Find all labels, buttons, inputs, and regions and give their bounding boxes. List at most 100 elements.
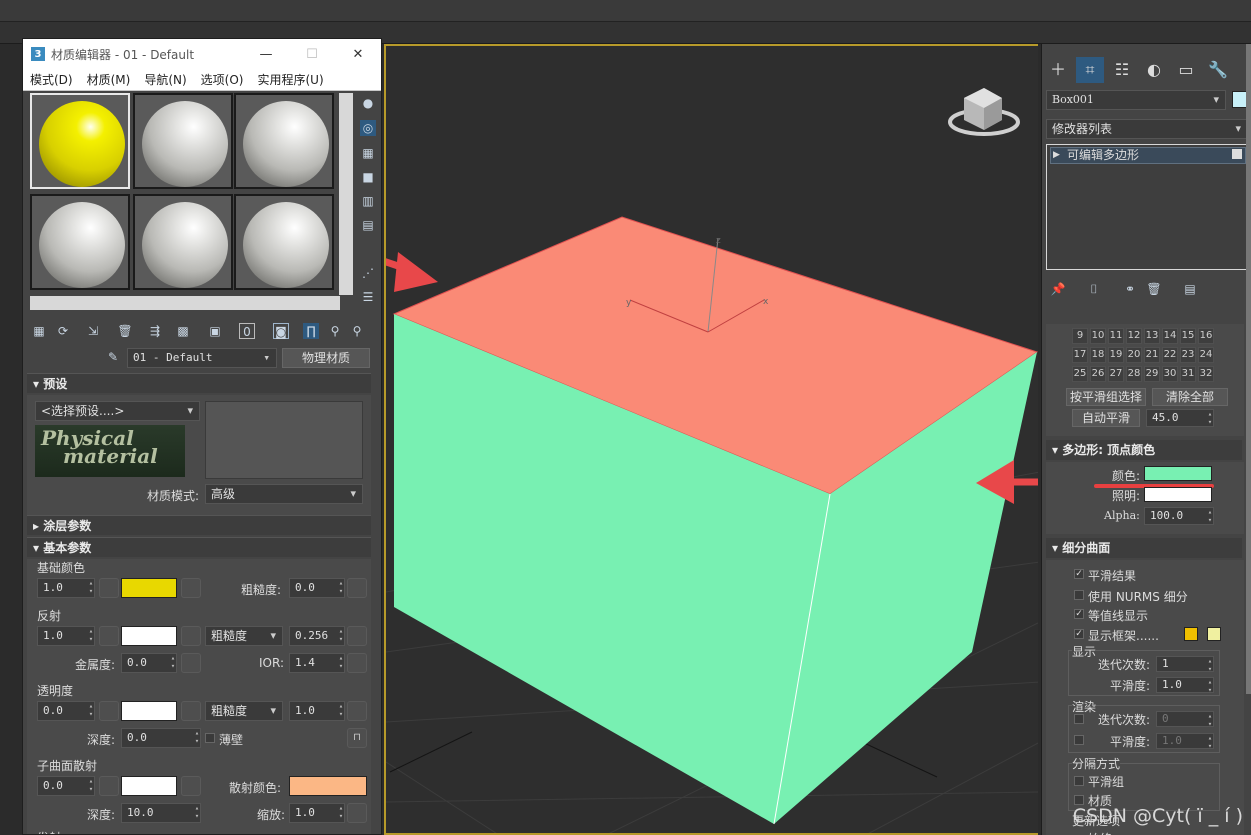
material-slot-1[interactable] (30, 93, 130, 189)
go-forward-sibling-icon[interactable]: ⚲ (349, 323, 365, 339)
slots-vertical-scrollbar[interactable] (339, 93, 353, 295)
smoothing-group-button[interactable]: 24 (1198, 347, 1214, 363)
material-slot-5[interactable] (133, 194, 233, 290)
auto-smooth-button[interactable]: 自动平滑 (1072, 409, 1140, 427)
render-iterations-checkbox[interactable] (1074, 714, 1084, 724)
hierarchy-tab-icon[interactable]: ☷ (1108, 57, 1136, 83)
go-to-parent-icon[interactable]: ⚲ (327, 323, 343, 339)
material-editor-window[interactable]: 3 材质编辑器 - 01 - Default — ☐ ✕ 模式(D) 材质(M)… (22, 38, 382, 835)
make-unique-icon[interactable]: ⇶ (147, 323, 163, 339)
stack-toggle-icon[interactable] (1232, 149, 1242, 159)
sep-smoothing-checkbox[interactable] (1074, 776, 1084, 786)
material-slot-2[interactable] (133, 93, 233, 189)
smooth-result-checkbox[interactable]: ✓ (1074, 569, 1084, 579)
iterations-spinner[interactable]: 1 (1156, 656, 1214, 673)
menu-mode[interactable]: 模式(D) (23, 71, 80, 88)
smoothing-group-button[interactable]: 23 (1180, 347, 1196, 363)
lock-icon[interactable]: ⊓ (347, 728, 367, 748)
smoothing-group-button[interactable]: 17 (1072, 347, 1088, 363)
scale-spinner[interactable]: 1.0 (289, 803, 345, 823)
sss-weight-map-button[interactable] (99, 776, 119, 796)
transparency-weight-map-button[interactable] (99, 701, 119, 721)
coating-header[interactable]: ▸ 涂层参数 (27, 515, 371, 535)
subdivision-header[interactable]: ▾ 细分曲面 (1046, 538, 1242, 558)
smoothing-group-button[interactable]: 31 (1180, 366, 1196, 382)
sss-color-map-button[interactable] (181, 776, 201, 796)
base-weight-map-button[interactable] (99, 578, 119, 598)
menu-navigation[interactable]: 导航(N) (137, 71, 193, 88)
smoothing-group-button[interactable]: 25 (1072, 366, 1088, 382)
use-nurms-checkbox[interactable] (1074, 590, 1084, 600)
smoothing-group-button[interactable]: 10 (1090, 328, 1106, 344)
alpha-spinner[interactable]: 100.0 (1144, 507, 1214, 525)
reflection-roughness-map-button[interactable] (347, 626, 367, 646)
video-color-icon[interactable]: ▥ (360, 193, 376, 209)
delete-icon[interactable]: 🗑 (117, 323, 133, 339)
modifier-list-select[interactable]: 修改器列表 (1046, 119, 1248, 139)
transparency-color-swatch[interactable] (121, 701, 177, 721)
clear-all-button[interactable]: 清除全部 (1152, 388, 1228, 406)
put-to-library-icon[interactable]: ▩ (175, 323, 191, 339)
sep-material-checkbox[interactable] (1074, 795, 1084, 805)
render-smoothness-spinner[interactable]: 1.0 (1156, 733, 1214, 750)
smoothing-group-button[interactable]: 16 (1198, 328, 1214, 344)
modify-tab-icon[interactable]: ⌗ (1076, 57, 1104, 83)
metalness-spinner[interactable]: 0.0 (121, 653, 177, 673)
base-color-map-button[interactable] (181, 578, 201, 598)
scale-map-button[interactable] (347, 803, 367, 823)
menu-material[interactable]: 材质(M) (80, 71, 138, 88)
transparency-roughness-spinner[interactable]: 1.0 (289, 701, 345, 721)
base-roughness-spinner[interactable]: 0.0 (289, 578, 345, 598)
create-tab-icon[interactable]: ＋ (1044, 57, 1072, 83)
object-name-field[interactable]: Box001 (1046, 90, 1226, 110)
command-panel[interactable]: ＋ ⌗ ☷ ◐ ▭ 🔧 Box001 修改器列表 可编辑多边形 ▶ 📌 ⌷ ⚭ … (1041, 44, 1251, 835)
smoothing-group-button[interactable]: 26 (1090, 366, 1106, 382)
render-smoothness-checkbox[interactable] (1074, 735, 1084, 745)
material-navigator-icon[interactable]: ☰ (360, 289, 376, 305)
uv-tiling-icon[interactable]: ■ (360, 169, 376, 185)
reflection-mode-select[interactable]: 粗糙度 (205, 626, 283, 646)
put-to-scene-icon[interactable]: ⟳ (55, 323, 71, 339)
vertex-color-swatch[interactable] (1144, 466, 1212, 481)
menu-options[interactable]: 选项(O) (194, 71, 251, 88)
show-end-result-icon[interactable]: ⌷ (1086, 281, 1102, 297)
smoothing-group-button[interactable]: 13 (1144, 328, 1160, 344)
sss-depth-spinner[interactable]: 10.0 (121, 803, 201, 823)
smoothing-group-button[interactable]: 29 (1144, 366, 1160, 382)
material-slot-4[interactable] (30, 194, 130, 290)
presets-header[interactable]: ▾ 预设 (27, 373, 371, 393)
smoothing-group-button[interactable]: 27 (1108, 366, 1124, 382)
smoothing-group-button[interactable]: 11 (1108, 328, 1124, 344)
slots-horizontal-scrollbar[interactable] (30, 296, 340, 310)
scatter-color-swatch[interactable] (289, 776, 367, 796)
preview-icon[interactable]: ▤ (360, 217, 376, 233)
save-icon[interactable]: ▣ (207, 323, 223, 339)
smoothing-group-button[interactable]: 22 (1162, 347, 1178, 363)
close-button[interactable]: ✕ (335, 47, 381, 62)
ior-map-button[interactable] (347, 653, 367, 673)
transparency-color-map-button[interactable] (181, 701, 201, 721)
reflection-roughness-spinner[interactable]: 0.256 (289, 626, 345, 646)
ior-spinner[interactable]: 1.4 (289, 653, 345, 673)
select-by-sg-button[interactable]: 按平滑组选择 (1066, 388, 1146, 406)
isoline-checkbox[interactable]: ✓ (1074, 609, 1084, 619)
show-cage-checkbox[interactable]: ✓ (1074, 629, 1084, 639)
smoothing-group-button[interactable]: 30 (1162, 366, 1178, 382)
transparency-mode-select[interactable]: 粗糙度 (205, 701, 283, 721)
illumination-swatch[interactable] (1144, 487, 1212, 502)
menu-utilities[interactable]: 实用程序(U) (250, 71, 330, 88)
cage-color-2-swatch[interactable] (1207, 627, 1221, 641)
base-roughness-map-button[interactable] (347, 578, 367, 598)
motion-tab-icon[interactable]: ◐ (1140, 57, 1168, 83)
display-tab-icon[interactable]: ▭ (1172, 57, 1200, 83)
preset-select[interactable]: <选择预设....> (35, 401, 200, 421)
transparency-weight-spinner[interactable]: 0.0 (37, 701, 95, 721)
reflection-weight-map-button[interactable] (99, 626, 119, 646)
base-weight-spinner[interactable]: 1.0 (37, 578, 95, 598)
pin-stack-icon[interactable]: 📌 (1050, 281, 1066, 297)
reflection-color-swatch[interactable] (121, 626, 177, 646)
show-end-result-icon[interactable]: ∏ (303, 323, 319, 339)
get-material-icon[interactable]: ▦ (31, 323, 47, 339)
maximize-button[interactable]: ☐ (289, 47, 335, 62)
assign-to-selection-icon[interactable]: ⇲ (85, 323, 101, 339)
